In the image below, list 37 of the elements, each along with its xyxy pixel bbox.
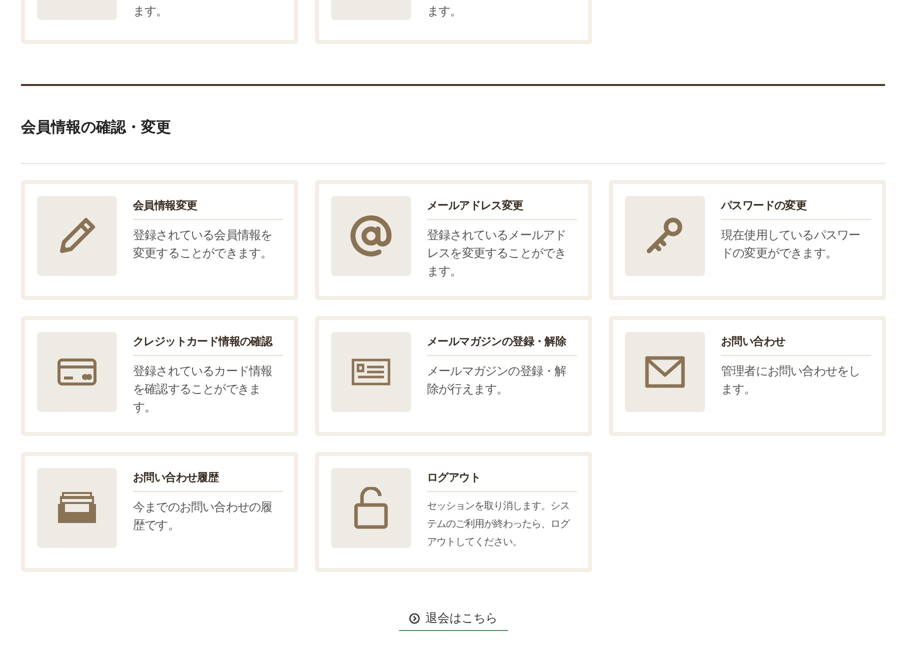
card-description: セッションを取り消します。システムのご利用が終わったら、ログアウトしてください。 [427,500,571,550]
card-description: メールマガジンの登録・解除が行えます。 [427,363,568,398]
card-title: メールアドレス変更 [427,196,577,220]
inbox-tray-icon [57,492,97,524]
card-title: お問い合わせ [721,332,871,356]
card-title: ログアウト [427,468,577,492]
document-icon [351,358,391,386]
at-sign-icon [349,214,393,258]
menu-card[interactable]: お問い合わせ履歴 今までのお問い合わせの履歴です。 [21,452,298,572]
card-description: 今までのお問い合わせの履歴です。 [133,499,274,534]
card-title: メールマガジンの登録・解除 [427,332,577,356]
card-description: 登録されているカード情報を確認することができます。 [133,363,274,416]
withdraw-link[interactable]: 退会はこちら [398,610,508,631]
unlocked-padlock-icon [354,487,388,529]
card-title: パスワードの変更 [721,196,871,220]
section-heading: 会員情報の確認・変更 [21,118,172,137]
menu-card[interactable]: ログアウト セッションを取り消します。システムのご利用が終わったら、ログアウトしてください。 [315,452,592,572]
card-title: 会員情報変更 [133,196,283,220]
menu-card[interactable]: お問い合わせ 管理者にお問い合わせをします。 [609,316,886,436]
envelope-icon [645,356,685,388]
card-description: 登録されている会員情報を変更することができます。 [133,227,274,262]
chevron-circle-icon [408,613,420,624]
card-description: ます。 [133,3,169,20]
menu-card[interactable]: ます。 [315,0,592,44]
menu-card[interactable]: ます。 [21,0,298,44]
card-description: ます。 [427,3,463,20]
card-description: 現在使用しているパスワードの変更ができます。 [721,227,862,262]
card-title: お問い合わせ履歴 [133,468,283,492]
menu-card[interactable]: パスワードの変更 現在使用しているパスワードの変更ができます。 [609,180,886,300]
credit-card-icon [57,358,97,386]
menu-card[interactable]: クレジットカード情報の確認 登録されているカード情報を確認することができます。 [21,316,298,436]
menu-card[interactable]: メールアドレス変更 登録されているメールアドレスを変更することができます。 [315,180,592,300]
menu-card[interactable]: 会員情報変更 登録されている会員情報を変更することができます。 [21,180,298,300]
card-title: クレジットカード情報の確認 [133,332,283,356]
card-description: 登録されているメールアドレスを変更することができます。 [427,227,568,280]
card-description: 管理者にお問い合わせをします。 [721,363,862,398]
menu-card[interactable]: メールマガジンの登録・解除 メールマガジンの登録・解除が行えます。 [315,316,592,436]
